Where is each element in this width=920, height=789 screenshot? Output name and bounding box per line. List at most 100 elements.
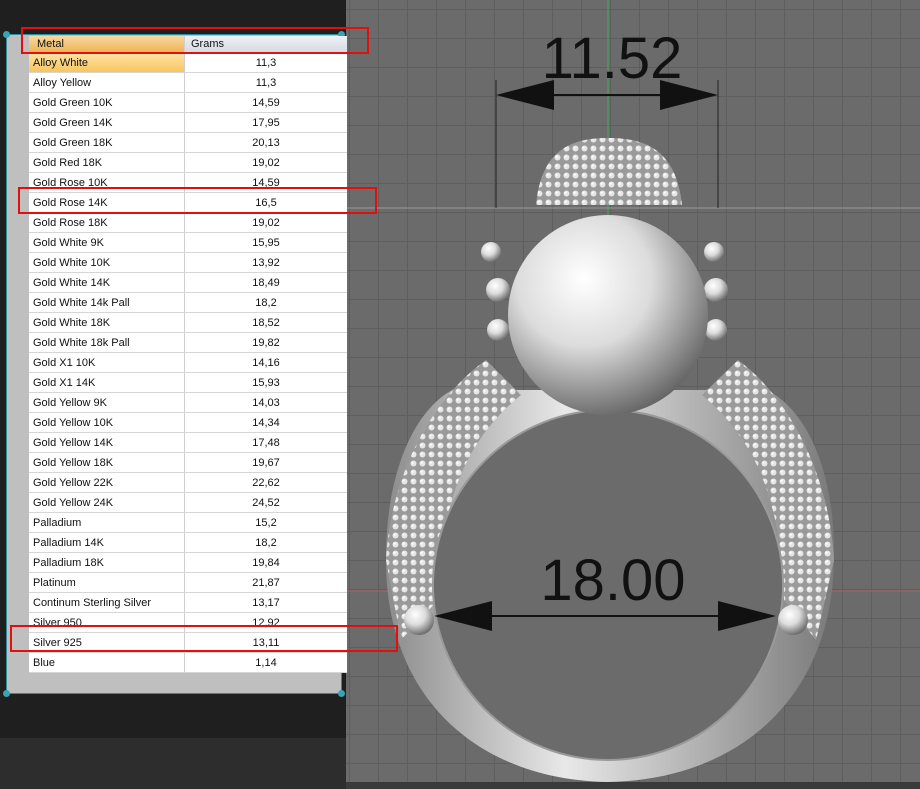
resize-handle[interactable] bbox=[3, 690, 10, 697]
table-row[interactable]: Gold Yellow 10K 14,34 bbox=[29, 413, 347, 433]
grams-cell[interactable]: 15,93 bbox=[185, 373, 347, 392]
resize-handle[interactable] bbox=[338, 690, 345, 697]
grams-cell[interactable]: 19,67 bbox=[185, 453, 347, 472]
table-row[interactable]: Gold Green 14K 17,95 bbox=[29, 113, 347, 133]
grams-cell[interactable]: 18,2 bbox=[185, 293, 347, 312]
table-row[interactable]: Alloy White 11,3 bbox=[29, 53, 347, 73]
table-row[interactable]: Gold Rose 14K 16,5 bbox=[29, 193, 347, 213]
grams-cell[interactable]: 14,03 bbox=[185, 393, 347, 412]
grams-cell[interactable]: 14,16 bbox=[185, 353, 347, 372]
grams-cell[interactable]: 17,48 bbox=[185, 433, 347, 452]
grams-cell[interactable]: 1,14 bbox=[185, 653, 347, 672]
table-row[interactable]: Platinum 21,87 bbox=[29, 573, 347, 593]
grams-cell[interactable]: 11,3 bbox=[185, 73, 347, 92]
table-row[interactable]: Gold Yellow 22K 22,62 bbox=[29, 473, 347, 493]
metal-cell[interactable]: Gold Yellow 9K bbox=[29, 393, 185, 412]
metal-cell[interactable]: Gold White 14k Pall bbox=[29, 293, 185, 312]
table-row[interactable]: Blue 1,14 bbox=[29, 653, 347, 673]
metal-cell[interactable]: Gold X1 10K bbox=[29, 353, 185, 372]
table-row[interactable]: Alloy Yellow 11,3 bbox=[29, 73, 347, 93]
table-row[interactable]: Gold Yellow 24K 24,52 bbox=[29, 493, 347, 513]
metal-cell[interactable]: Alloy Yellow bbox=[29, 73, 185, 92]
table-row[interactable]: Gold White 14k Pall 18,2 bbox=[29, 293, 347, 313]
metal-cell[interactable]: Silver 950 bbox=[29, 613, 185, 632]
metal-cell[interactable]: Gold Red 18K bbox=[29, 153, 185, 172]
grams-cell[interactable]: 17,95 bbox=[185, 113, 347, 132]
grams-cell[interactable]: 14,59 bbox=[185, 93, 347, 112]
grams-cell[interactable]: 19,02 bbox=[185, 153, 347, 172]
grams-cell[interactable]: 24,52 bbox=[185, 493, 347, 512]
grams-cell[interactable]: 22,62 bbox=[185, 473, 347, 492]
table-row[interactable]: Silver 925 13,11 bbox=[29, 633, 347, 653]
metal-cell[interactable]: Platinum bbox=[29, 573, 185, 592]
metal-cell[interactable]: Gold White 10K bbox=[29, 253, 185, 272]
metal-cell[interactable]: Gold Yellow 18K bbox=[29, 453, 185, 472]
grams-cell[interactable]: 16,5 bbox=[185, 193, 347, 212]
metal-cell[interactable]: Palladium 18K bbox=[29, 553, 185, 572]
metal-cell[interactable]: Gold Green 14K bbox=[29, 113, 185, 132]
grams-cell[interactable]: 13,11 bbox=[185, 633, 347, 652]
table-row[interactable]: Palladium 14K 18,2 bbox=[29, 533, 347, 553]
table-row[interactable]: Gold Yellow 18K 19,67 bbox=[29, 453, 347, 473]
metal-cell[interactable]: Silver 925 bbox=[29, 633, 185, 652]
table-row[interactable]: Gold White 18K 18,52 bbox=[29, 313, 347, 333]
grams-cell[interactable]: 19,02 bbox=[185, 213, 347, 232]
grams-cell[interactable]: 13,92 bbox=[185, 253, 347, 272]
metal-weight-table: Metal Grams Alloy White 11,3 Alloy Yellow 1… bbox=[29, 36, 347, 673]
metal-cell[interactable]: Gold Yellow 14K bbox=[29, 433, 185, 452]
table-row[interactable]: Gold Green 18K 20,13 bbox=[29, 133, 347, 153]
metal-cell[interactable]: Palladium 14K bbox=[29, 533, 185, 552]
table-row[interactable]: Continum Sterling Silver 13,17 bbox=[29, 593, 347, 613]
metal-cell[interactable]: Gold White 18k Pall bbox=[29, 333, 185, 352]
table-row[interactable]: Gold White 9K 15,95 bbox=[29, 233, 347, 253]
grams-cell[interactable]: 12,92 bbox=[185, 613, 347, 632]
metal-cell[interactable]: Gold Yellow 24K bbox=[29, 493, 185, 512]
metal-cell[interactable]: Blue bbox=[29, 653, 185, 672]
table-row[interactable]: Gold Yellow 14K 17,48 bbox=[29, 433, 347, 453]
table-row[interactable]: Gold White 18k Pall 19,82 bbox=[29, 333, 347, 353]
grams-cell[interactable]: 18,52 bbox=[185, 313, 347, 332]
metal-cell[interactable]: Gold Green 10K bbox=[29, 93, 185, 112]
table-row[interactable]: Gold Red 18K 19,02 bbox=[29, 153, 347, 173]
column-header-metal[interactable]: Metal bbox=[29, 36, 185, 52]
metal-cell[interactable]: Palladium bbox=[29, 513, 185, 532]
grams-cell[interactable]: 19,82 bbox=[185, 333, 347, 352]
grams-cell[interactable]: 15,2 bbox=[185, 513, 347, 532]
grams-cell[interactable]: 19,84 bbox=[185, 553, 347, 572]
metal-cell[interactable]: Gold Green 18K bbox=[29, 133, 185, 152]
metal-cell[interactable]: Gold White 18K bbox=[29, 313, 185, 332]
table-row[interactable]: Silver 950 12,92 bbox=[29, 613, 347, 633]
metal-cell[interactable]: Gold White 9K bbox=[29, 233, 185, 252]
table-row[interactable]: Gold X1 14K 15,93 bbox=[29, 373, 347, 393]
grams-cell[interactable]: 14,59 bbox=[185, 173, 347, 192]
metal-cell[interactable]: Alloy White bbox=[29, 53, 185, 72]
metal-cell[interactable]: Gold Rose 18K bbox=[29, 213, 185, 232]
table-row[interactable]: Gold Green 10K 14,59 bbox=[29, 93, 347, 113]
grams-cell[interactable]: 21,87 bbox=[185, 573, 347, 592]
metal-cell[interactable]: Gold X1 14K bbox=[29, 373, 185, 392]
metal-cell[interactable]: Gold Rose 10K bbox=[29, 173, 185, 192]
table-row[interactable]: Gold Rose 10K 14,59 bbox=[29, 173, 347, 193]
grams-cell[interactable]: 20,13 bbox=[185, 133, 347, 152]
metal-cell[interactable]: Gold Yellow 22K bbox=[29, 473, 185, 492]
column-header-grams[interactable]: Grams bbox=[185, 36, 347, 52]
grams-cell[interactable]: 15,95 bbox=[185, 233, 347, 252]
grams-cell[interactable]: 18,49 bbox=[185, 273, 347, 292]
grams-cell[interactable]: 18,2 bbox=[185, 533, 347, 552]
table-row[interactable]: Gold Rose 18K 19,02 bbox=[29, 213, 347, 233]
table-row[interactable]: Gold X1 10K 14,16 bbox=[29, 353, 347, 373]
grams-cell[interactable]: 14,34 bbox=[185, 413, 347, 432]
metal-cell[interactable]: Gold White 14K bbox=[29, 273, 185, 292]
table-row[interactable]: Gold White 10K 13,92 bbox=[29, 253, 347, 273]
grams-cell[interactable]: 13,17 bbox=[185, 593, 347, 612]
metal-cell[interactable]: Gold Yellow 10K bbox=[29, 413, 185, 432]
table-row[interactable]: Gold White 14K 18,49 bbox=[29, 273, 347, 293]
metal-cell[interactable]: Gold Rose 14K bbox=[29, 193, 185, 212]
3d-viewport[interactable]: 11.52 18.00 bbox=[346, 0, 920, 789]
grams-cell[interactable]: 11,3 bbox=[185, 53, 347, 72]
resize-handle[interactable] bbox=[3, 31, 10, 38]
table-row[interactable]: Gold Yellow 9K 14,03 bbox=[29, 393, 347, 413]
metal-cell[interactable]: Continum Sterling Silver bbox=[29, 593, 185, 612]
table-row[interactable]: Palladium 18K 19,84 bbox=[29, 553, 347, 573]
table-row[interactable]: Palladium 15,2 bbox=[29, 513, 347, 533]
